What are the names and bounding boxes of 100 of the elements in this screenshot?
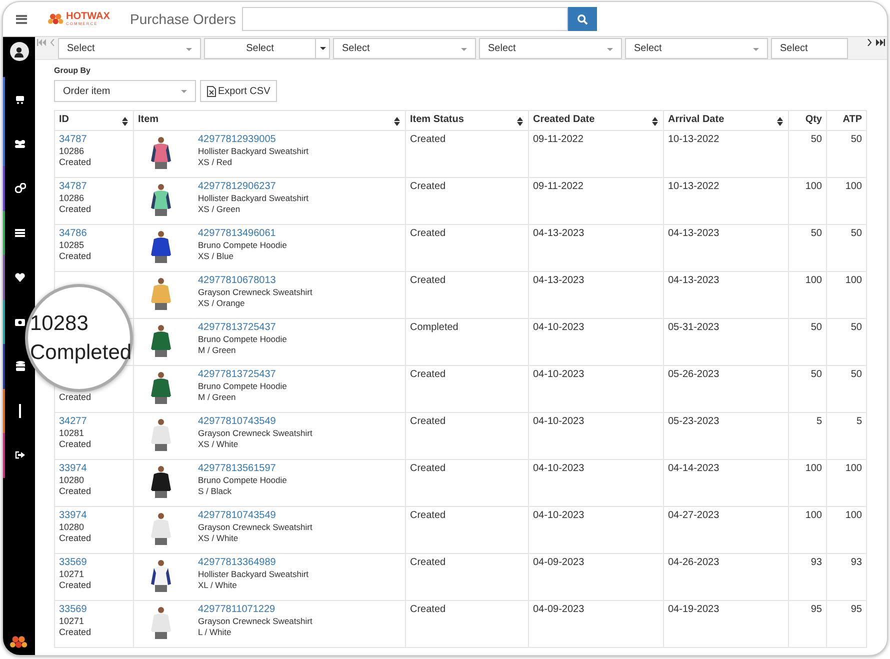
- product-variant: XS / Red: [198, 157, 234, 168]
- product-variant: M / Green: [198, 392, 237, 404]
- group-by-label: Group By: [54, 66, 92, 75]
- file-icon: [207, 86, 216, 96]
- qty-value: 100: [805, 510, 822, 521]
- group-by-select[interactable]: Order item: [54, 80, 196, 102]
- atp-value: 50: [850, 369, 862, 380]
- qty-value: 100: [805, 181, 822, 192]
- sort-icon[interactable]: [122, 117, 128, 126]
- sort-icon[interactable]: [517, 117, 523, 126]
- magnified-text: 10283: [30, 311, 90, 337]
- sku-link[interactable]: 42977813561597: [198, 463, 287, 474]
- order-id-link[interactable]: 33974: [59, 510, 129, 522]
- atp-value: 93: [850, 557, 862, 568]
- sku-link[interactable]: 42977813496061: [198, 228, 287, 240]
- sort-icon[interactable]: [652, 117, 658, 126]
- item-status: Completed: [410, 322, 458, 333]
- order-id-link[interactable]: 34787: [59, 134, 129, 146]
- arrival-date: 04-27-2023: [668, 510, 720, 521]
- caret-button[interactable]: [316, 38, 330, 58]
- sku-link[interactable]: 42977813725437: [198, 369, 287, 380]
- menu-icon[interactable]: [16, 14, 27, 24]
- product-name: Hollister Backyard Sweatshirt: [198, 568, 309, 580]
- created-date: 04-13-2023: [533, 275, 584, 286]
- atp-value: 5: [856, 416, 862, 427]
- product-name: Bruno Compete Hoodie: [198, 240, 287, 251]
- export-csv-button[interactable]: Export CSV: [200, 80, 278, 102]
- atp-value: 100: [845, 181, 862, 192]
- column-header[interactable]: Item: [134, 110, 406, 130]
- filter-select[interactable]: Select: [625, 38, 768, 58]
- camera-icon[interactable]: [15, 318, 25, 326]
- created-date: 04-10-2023: [533, 416, 584, 427]
- user-avatar-icon[interactable]: [10, 42, 28, 61]
- created-date: 04-10-2023: [533, 463, 584, 474]
- arrival-date: 04-14-2023: [668, 463, 720, 474]
- sku-link[interactable]: 42977811071229: [198, 604, 312, 616]
- product-variant: XS / Green: [198, 204, 242, 216]
- heart-icon[interactable]: [15, 272, 25, 282]
- column-header[interactable]: Created Date: [528, 110, 664, 130]
- filter-select[interactable]: Select: [479, 38, 622, 58]
- order-status: Created: [59, 392, 92, 404]
- search-field[interactable]: [242, 7, 568, 31]
- product-name: Grayson Crewneck Sweatshirt: [198, 522, 312, 533]
- sku-link[interactable]: 42977812939005: [198, 134, 309, 146]
- atp-value: 50: [850, 228, 862, 239]
- product-variant: S / Black: [198, 486, 233, 498]
- users-icon[interactable]: [14, 139, 26, 148]
- column-header[interactable]: Item Status: [406, 110, 528, 130]
- arrival-date: 10-13-2022: [668, 134, 720, 145]
- bar-icon[interactable]: [18, 404, 22, 418]
- item-status: Created: [410, 463, 446, 474]
- product-variant: M / Green: [198, 345, 237, 356]
- list-icon[interactable]: [15, 228, 25, 237]
- sort-icon[interactable]: [777, 117, 783, 126]
- order-id-link[interactable]: 33974: [59, 463, 129, 474]
- product-name: Hollister Backyard Sweatshirt: [198, 146, 309, 157]
- po-number: 10271: [59, 616, 86, 627]
- sku-link[interactable]: 42977810743549: [198, 416, 312, 428]
- po-number: 10281: [59, 428, 86, 439]
- atp-value: 100: [845, 463, 862, 474]
- sku-link[interactable]: 42977810743549: [198, 510, 312, 522]
- filter-select[interactable]: Select: [58, 38, 201, 58]
- sku-link[interactable]: 42977813725437: [198, 322, 287, 334]
- order-id-link[interactable]: 34786: [59, 228, 129, 240]
- column-header[interactable]: Qty: [788, 110, 826, 130]
- sku-link[interactable]: 42977813364989: [198, 557, 309, 568]
- database-icon[interactable]: [16, 361, 24, 372]
- order-status: Created: [59, 486, 92, 498]
- order-status: Created: [59, 439, 92, 450]
- qty-value: 93: [810, 557, 822, 568]
- order-id-link[interactable]: 34277: [59, 416, 129, 428]
- column-header[interactable]: Arrival Date: [664, 110, 788, 130]
- product-variant: XL / White: [198, 580, 238, 592]
- qty-value: 100: [805, 463, 822, 474]
- product-name: Bruno Compete Hoodie: [198, 334, 287, 345]
- item-status: Created: [410, 275, 446, 286]
- order-id-link[interactable]: 34787: [59, 181, 129, 192]
- sku-link[interactable]: 42977812906237: [198, 181, 309, 192]
- product-name: Grayson Crewneck Sweatshirt: [198, 428, 312, 439]
- order-status: Created: [59, 157, 92, 168]
- item-status: Created: [410, 510, 446, 521]
- magnified-text: Completed: [30, 340, 130, 366]
- order-id-link[interactable]: 33569: [59, 604, 129, 616]
- column-header[interactable]: ATP: [826, 110, 866, 130]
- sign-out-icon[interactable]: [15, 451, 25, 460]
- page-title: Purchase Orders: [130, 11, 236, 27]
- column-header[interactable]: ID: [54, 110, 134, 130]
- filter-select[interactable]: Select: [204, 38, 316, 58]
- filter-select[interactable]: Select: [333, 38, 476, 58]
- po-number: 10280: [59, 474, 86, 486]
- po-number: 10271: [59, 568, 86, 580]
- filter-select[interactable]: Select: [771, 38, 848, 58]
- order-status: Created: [59, 204, 92, 216]
- qty-value: 5: [816, 416, 822, 427]
- next-last-icon[interactable]: [867, 39, 885, 46]
- sort-icon[interactable]: [394, 117, 400, 126]
- order-id-link[interactable]: 33569: [59, 557, 129, 568]
- sku-link[interactable]: 42977810678013: [198, 275, 312, 286]
- search-button[interactable]: [568, 7, 597, 31]
- product-variant: XS / Orange: [198, 298, 246, 310]
